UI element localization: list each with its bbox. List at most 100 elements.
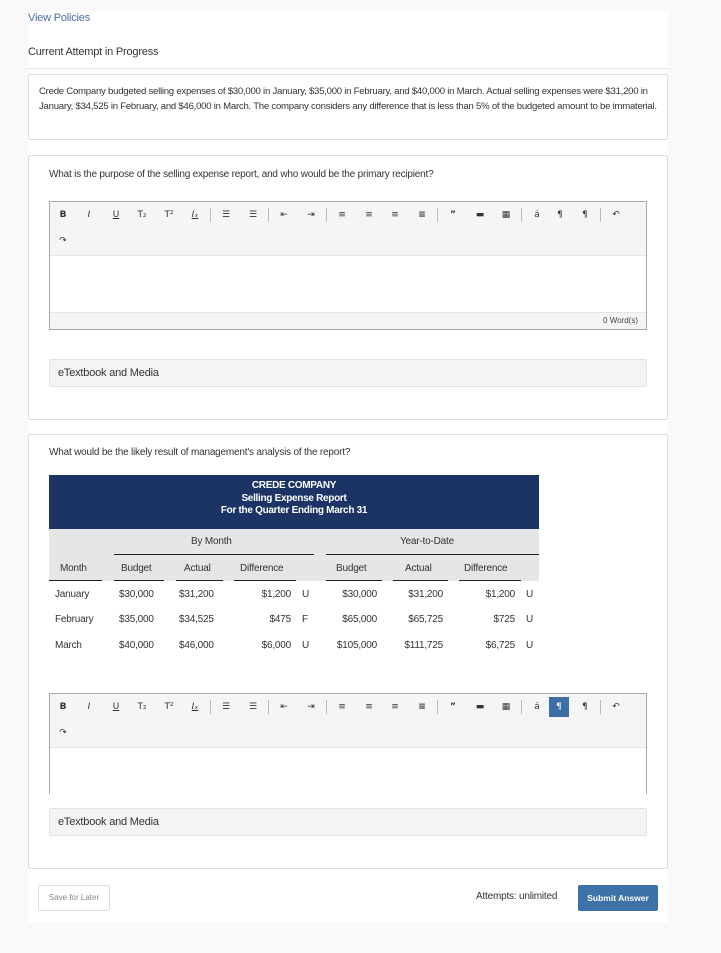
indent-icon[interactable]: ⇥ xyxy=(302,698,320,716)
clear-format-icon[interactable]: Iₓ xyxy=(186,698,204,716)
cell-budget: $30,000 xyxy=(119,589,154,600)
save-for-later-button[interactable]: Save for Later xyxy=(38,885,110,911)
group-underline xyxy=(114,554,314,555)
answer-textarea-1[interactable] xyxy=(50,256,646,312)
rtl-paragraph-icon[interactable]: ¶ xyxy=(576,206,594,224)
question-2-text: What would be the likely result of manag… xyxy=(49,447,351,458)
cell-ytd-actual: $65,725 xyxy=(408,614,443,625)
cell-month: January xyxy=(55,589,90,600)
subscript-icon[interactable]: T₂ xyxy=(133,698,151,716)
toolbar-separator xyxy=(326,208,327,222)
ltr-paragraph-icon[interactable]: ¶ xyxy=(551,206,569,224)
editor-footer: 0 Word(s) xyxy=(50,312,646,329)
answer-textarea-2[interactable] xyxy=(50,748,646,794)
align-left-icon[interactable]: ≡ xyxy=(333,698,351,716)
special-character-icon[interactable]: á xyxy=(528,698,546,716)
cell-budget: $40,000 xyxy=(119,640,154,651)
cell-budget: $35,000 xyxy=(119,614,154,625)
etextbook-media-toggle-1[interactable]: eTextbook and Media xyxy=(49,359,647,387)
ltr-paragraph-icon[interactable]: ¶ xyxy=(549,697,569,717)
undo-icon[interactable]: ↶ xyxy=(607,698,625,716)
superscript-icon[interactable]: T² xyxy=(160,698,178,716)
superscript-icon[interactable]: T² xyxy=(160,206,178,224)
numbered-list-icon[interactable]: ☰ xyxy=(244,698,262,716)
table-icon[interactable]: ▦ xyxy=(497,206,515,224)
align-left-icon[interactable]: ≡ xyxy=(333,206,351,224)
justify-icon[interactable]: ≡ xyxy=(413,206,431,224)
underline-icon[interactable]: U xyxy=(107,698,125,716)
assignment-page: View Policies Current Attempt in Progres… xyxy=(28,11,668,922)
toolbar-separator xyxy=(210,700,211,714)
question-1-text: What is the purpose of the selling expen… xyxy=(49,169,434,180)
align-center-icon[interactable]: ≡ xyxy=(360,206,378,224)
redo-icon[interactable]: ↷ xyxy=(54,724,72,742)
clear-format-icon[interactable]: Iₓ xyxy=(186,206,204,224)
outdent-icon[interactable]: ⇤ xyxy=(275,206,293,224)
rtl-paragraph-icon[interactable]: ¶ xyxy=(576,698,594,716)
horizontal-rule-icon[interactable]: ▬ xyxy=(471,206,489,224)
column-header: Budget xyxy=(121,563,152,574)
toolbar-separator xyxy=(437,208,438,222)
cell-ytd-budget: $65,000 xyxy=(342,614,377,625)
bullet-list-icon[interactable]: ☰ xyxy=(217,206,235,224)
underline-icon[interactable]: U xyxy=(107,206,125,224)
view-policies-link[interactable]: View Policies xyxy=(28,12,90,24)
report-title: Selling Expense Report xyxy=(241,492,347,504)
blockquote-icon[interactable]: ” xyxy=(444,206,462,224)
answer-editor-1: B I U T₂ T² Iₓ ☰ ☰ ⇤ ⇥ ≡ ≡ ≡ ≡ ” ▬ ▦ á ¶… xyxy=(49,201,647,330)
group-header-ytd: Year-to-Date xyxy=(400,536,454,547)
blockquote-icon[interactable]: ” xyxy=(444,698,462,716)
justify-icon[interactable]: ≡ xyxy=(413,698,431,716)
question-card-2: What would be the likely result of manag… xyxy=(28,434,668,869)
cell-ytd-difference-flag: U xyxy=(526,589,534,600)
cell-difference-flag: U xyxy=(302,640,310,651)
toolbar-separator xyxy=(600,700,601,714)
problem-statement: Crede Company budgeted selling expenses … xyxy=(28,74,668,140)
cell-ytd-actual: $111,725 xyxy=(404,640,443,651)
column-header: Actual xyxy=(184,563,211,574)
italic-icon[interactable]: I xyxy=(80,206,98,224)
cell-difference-flag: U xyxy=(302,589,310,600)
word-count: 0 Word(s) xyxy=(603,316,638,325)
align-right-icon[interactable]: ≡ xyxy=(386,206,404,224)
toolbar-separator xyxy=(521,208,522,222)
numbered-list-icon[interactable]: ☰ xyxy=(244,206,262,224)
toolbar-separator xyxy=(268,208,269,222)
table-icon[interactable]: ▦ xyxy=(497,698,515,716)
report-header: CREDE COMPANY Selling Expense Report For… xyxy=(49,475,539,529)
etextbook-media-label: eTextbook and Media xyxy=(58,816,159,828)
report-period: For the Quarter Ending March 31 xyxy=(220,505,368,516)
cell-difference: $6,000 xyxy=(261,640,292,651)
cell-month: March xyxy=(55,640,82,651)
report-company: CREDE COMPANY xyxy=(251,480,337,491)
italic-icon[interactable]: I xyxy=(80,698,98,716)
etextbook-media-label: eTextbook and Media xyxy=(58,367,159,379)
undo-icon[interactable]: ↶ xyxy=(607,206,625,224)
special-character-icon[interactable]: á xyxy=(528,206,546,224)
group-header-by-month: By Month xyxy=(191,536,232,547)
cell-difference: $1,200 xyxy=(261,589,292,600)
horizontal-rule-icon[interactable]: ▬ xyxy=(471,698,489,716)
toolbar-separator xyxy=(437,700,438,714)
submit-answer-button[interactable]: Submit Answer xyxy=(578,885,658,911)
redo-icon[interactable]: ↷ xyxy=(54,232,72,250)
align-center-icon[interactable]: ≡ xyxy=(360,698,378,716)
selling-expense-report: CREDE COMPANY Selling Expense Report For… xyxy=(49,475,539,661)
cell-ytd-budget: $30,000 xyxy=(342,589,377,600)
bold-icon[interactable]: B xyxy=(54,206,72,224)
divider xyxy=(28,68,668,69)
report-body: January $30,000 $31,200 $1,200 U $30,000… xyxy=(49,581,539,661)
column-header: Budget xyxy=(336,563,367,574)
subscript-icon[interactable]: T₂ xyxy=(133,206,151,224)
indent-icon[interactable]: ⇥ xyxy=(302,206,320,224)
editor-toolbar: B I U T₂ T² Iₓ ☰ ☰ ⇤ ⇥ ≡ ≡ ≡ ≡ ” ▬ ▦ á ¶… xyxy=(50,694,646,748)
cell-difference: $475 xyxy=(269,614,292,625)
bold-icon[interactable]: B xyxy=(54,698,72,716)
bullet-list-icon[interactable]: ☰ xyxy=(217,698,235,716)
report-column-headers: By Month Year-to-Date Month Budget Actua… xyxy=(49,529,539,581)
outdent-icon[interactable]: ⇤ xyxy=(275,698,293,716)
cell-difference-flag: F xyxy=(302,614,308,625)
align-right-icon[interactable]: ≡ xyxy=(386,698,404,716)
cell-ytd-difference: $6,725 xyxy=(485,640,516,651)
etextbook-media-toggle-2[interactable]: eTextbook and Media xyxy=(49,808,647,836)
